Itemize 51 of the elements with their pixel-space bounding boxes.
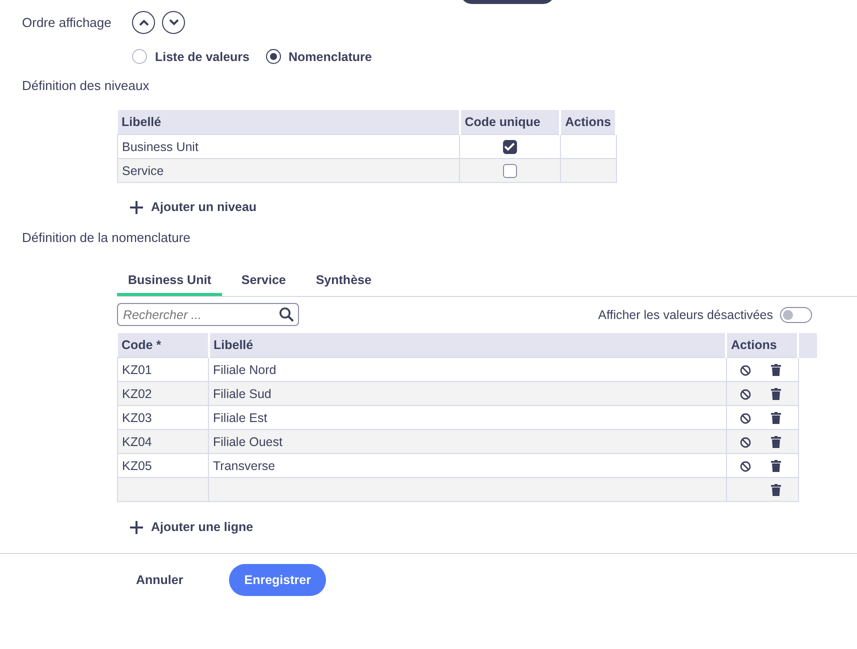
table-cell: KZ01 xyxy=(118,358,208,382)
trash-icon[interactable] xyxy=(770,484,780,496)
column-header: Code * xyxy=(118,333,208,358)
section-title: Définition de la nomenclature xyxy=(21,229,192,245)
disable-icon[interactable] xyxy=(740,460,751,472)
search-field[interactable]: Rechercher ... xyxy=(117,303,299,326)
save-button[interactable]: Enregistrer xyxy=(229,564,326,596)
move-down-button[interactable] xyxy=(162,10,185,34)
table-cell: Filiale Nord xyxy=(208,358,726,382)
column-header: Code unique xyxy=(460,110,560,134)
tab[interactable]: Service xyxy=(230,267,297,296)
radio-option[interactable]: Liste de valeurs xyxy=(132,49,250,64)
trash-icon[interactable] xyxy=(770,412,780,424)
table-cell: Filiale Sud xyxy=(208,382,726,406)
table-cell: Service xyxy=(118,158,460,182)
add-line-button[interactable]: Ajouter une ligne xyxy=(130,520,254,534)
chevron-up-icon xyxy=(138,18,148,26)
radio-icon[interactable] xyxy=(266,49,280,64)
plus-icon xyxy=(130,520,143,534)
column-header: Libellé xyxy=(118,110,460,134)
column-header: Actions xyxy=(560,110,616,134)
trash-icon[interactable] xyxy=(770,460,780,472)
plus-icon xyxy=(130,200,143,214)
checkbox[interactable] xyxy=(502,140,517,154)
chevron-down-icon xyxy=(168,18,178,26)
cancel-button[interactable]: Annuler xyxy=(118,565,202,595)
trash-icon[interactable] xyxy=(770,364,780,376)
toggle-switch[interactable] xyxy=(780,306,812,322)
trash-icon[interactable] xyxy=(770,436,780,448)
radio-option[interactable]: Nomenclature xyxy=(266,49,372,64)
checkbox[interactable] xyxy=(502,164,517,178)
table-cell: KZ04 xyxy=(118,430,208,454)
table-cell: Filiale Ouest xyxy=(208,430,726,454)
disable-icon[interactable] xyxy=(740,436,751,448)
radio-icon[interactable] xyxy=(132,49,147,64)
order-label: Ordre affichage xyxy=(22,14,112,30)
column-header: Libellé xyxy=(208,333,726,358)
disable-icon[interactable] xyxy=(740,364,751,376)
add-level-button[interactable]: Ajouter un niveau xyxy=(130,200,257,214)
table-cell: Business Unit xyxy=(118,134,460,158)
table-cell: KZ02 xyxy=(118,382,208,406)
disable-icon[interactable] xyxy=(740,388,751,400)
column-header: Actions xyxy=(726,333,798,358)
disable-icon[interactable] xyxy=(740,412,751,424)
tab[interactable]: Synthèse xyxy=(304,267,382,296)
section-title: Définition des niveaux xyxy=(21,77,150,93)
trash-icon[interactable] xyxy=(770,388,780,400)
search-icon[interactable] xyxy=(279,307,294,322)
toggle-label: Afficher les valeurs désactivées xyxy=(598,308,773,322)
tab[interactable]: Business Unit xyxy=(117,267,222,296)
move-up-button[interactable] xyxy=(132,10,155,34)
